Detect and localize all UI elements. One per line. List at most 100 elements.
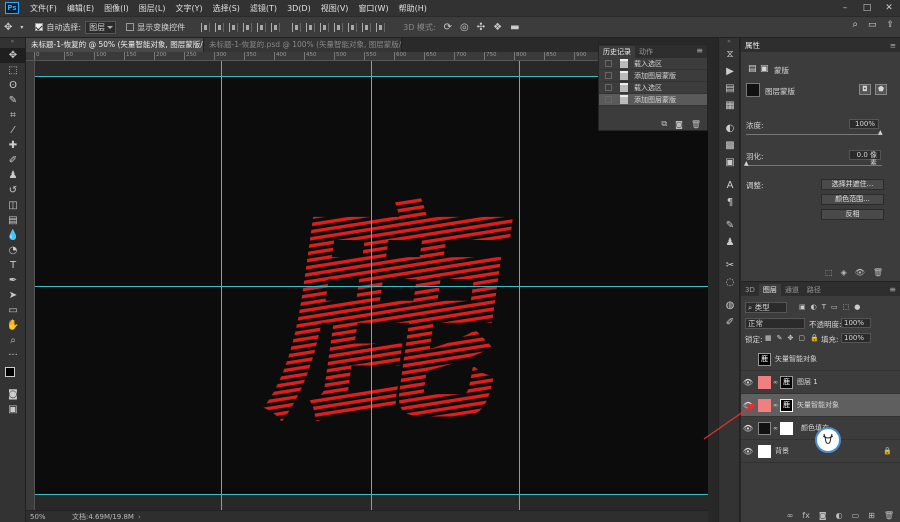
- move-tool-icon[interactable]: ✥: [4, 22, 12, 33]
- layer-filter-dropdown[interactable]: ⌕ 类型: [745, 302, 787, 313]
- workspace-icon[interactable]: ▭: [868, 20, 877, 30]
- mask-thumbnail[interactable]: 鹿: [780, 375, 793, 389]
- color-range-button[interactable]: 颜色范围...: [821, 194, 884, 205]
- select-pixel-mask-button[interactable]: ◘: [859, 84, 871, 95]
- brush-tool[interactable]: ✐: [0, 153, 26, 168]
- quick-select-tool[interactable]: ✎: [0, 93, 26, 108]
- add-vector-mask-button[interactable]: ⬟: [875, 84, 887, 95]
- clone-source-icon[interactable]: ♟: [719, 234, 741, 251]
- align-vcenter-icon[interactable]: [215, 22, 225, 32]
- filter-smart-object-icon[interactable]: ⬚: [843, 303, 850, 311]
- menu-3d[interactable]: 3D(D): [282, 4, 316, 13]
- menu-file[interactable]: 文件(F): [25, 3, 62, 14]
- tab-channels[interactable]: 通道: [781, 284, 803, 296]
- dodge-tool[interactable]: ◔: [0, 243, 26, 258]
- feather-field[interactable]: 0.0 像素: [849, 150, 881, 167]
- filter-toggle-icon[interactable]: ●: [854, 303, 860, 311]
- document-size[interactable]: 文档:4.69M/19.8M: [72, 512, 134, 522]
- hand-tool[interactable]: ✋: [0, 318, 26, 333]
- distribute-right-icon[interactable]: [362, 22, 372, 32]
- pen-tool[interactable]: ✒: [0, 273, 26, 288]
- visibility-icon[interactable]: 👁: [855, 268, 865, 277]
- blur-tool[interactable]: 💧: [0, 228, 26, 243]
- feather-slider[interactable]: [746, 165, 882, 166]
- show-transform-checkbox[interactable]: [126, 23, 135, 31]
- history-brush-tool[interactable]: ↺: [0, 183, 26, 198]
- distribute-hcenter-icon[interactable]: [348, 22, 358, 32]
- tab-3d[interactable]: 3D: [741, 284, 759, 296]
- menu-view[interactable]: 视图(V): [316, 3, 354, 14]
- link-layers-icon[interactable]: ∞: [787, 511, 794, 520]
- density-slider-handle[interactable]: ▲: [878, 129, 883, 136]
- distribute-bottom-icon[interactable]: [320, 22, 330, 32]
- move-tool[interactable]: ✥: [0, 48, 26, 63]
- paragraph-panel-icon[interactable]: ¶: [719, 194, 741, 211]
- lasso-tool[interactable]: ʘ: [0, 78, 26, 93]
- collapse-arrows-icon[interactable]: »: [0, 38, 25, 48]
- more-tools-icon[interactable]: ···: [0, 348, 26, 363]
- 3d-scale-icon[interactable]: ▬: [510, 22, 519, 33]
- align-hcenter-icon[interactable]: [257, 22, 267, 32]
- menu-help[interactable]: 帮助(H): [394, 3, 432, 14]
- menu-window[interactable]: 窗口(W): [353, 3, 393, 14]
- trash-icon[interactable]: 🗑: [691, 120, 701, 129]
- mask-thumbnail[interactable]: 鹿: [780, 398, 793, 412]
- trash-icon[interactable]: 🗑: [884, 511, 894, 520]
- auto-align-icon[interactable]: [376, 22, 386, 32]
- lock-position-icon[interactable]: ✥: [788, 334, 794, 342]
- layer-style-icon[interactable]: fx: [802, 511, 810, 520]
- close-button[interactable]: ✕: [878, 0, 900, 16]
- align-top-icon[interactable]: [201, 22, 211, 32]
- auto-select-dropdown[interactable]: 图层: [85, 20, 117, 34]
- fill-field[interactable]: 100%: [841, 333, 871, 343]
- lock-transparent-icon[interactable]: ▦: [765, 334, 772, 342]
- history-item[interactable]: 添加图层蒙版: [599, 70, 707, 82]
- density-field[interactable]: 100%: [849, 119, 879, 129]
- link-icon[interactable]: ∞: [773, 379, 778, 386]
- link-icon[interactable]: ∞: [773, 402, 778, 409]
- align-right-icon[interactable]: [271, 22, 281, 32]
- lock-image-icon[interactable]: ✎: [777, 334, 783, 342]
- glyphs-icon[interactable]: ◌: [719, 274, 741, 291]
- align-bottom-icon[interactable]: [229, 22, 239, 32]
- gradient-tool[interactable]: ▤: [0, 213, 26, 228]
- zoom-level[interactable]: 50%: [26, 513, 72, 521]
- clone-stamp-tool[interactable]: ♟: [0, 168, 26, 183]
- tab-layers[interactable]: 图层: [758, 284, 781, 296]
- lock-all-icon[interactable]: 🔒: [810, 334, 819, 342]
- menu-select[interactable]: 选择(S): [208, 3, 245, 14]
- tab-paths[interactable]: 路径: [803, 284, 825, 296]
- history-item-current[interactable]: 添加图层蒙版: [599, 94, 707, 106]
- history-snapshot-checkbox[interactable]: [605, 96, 612, 103]
- chevron-right-icon[interactable]: ›: [138, 513, 141, 521]
- zoom-tool[interactable]: ⌕: [0, 333, 26, 348]
- gradient-panel-icon[interactable]: ▣: [719, 154, 741, 171]
- tools-preset-icon[interactable]: ✂: [719, 257, 741, 274]
- history-snapshot-checkbox[interactable]: [605, 72, 612, 79]
- auto-select-checkbox[interactable]: [35, 23, 44, 31]
- history-snapshot-checkbox[interactable]: [605, 60, 612, 67]
- apply-mask-icon[interactable]: ◈: [841, 268, 847, 277]
- adjustments-icon[interactable]: ✐: [719, 314, 741, 331]
- menu-filter[interactable]: 滤镜(T): [245, 3, 282, 14]
- menu-type[interactable]: 文字(Y): [170, 3, 207, 14]
- color-panel-icon[interactable]: ◐: [719, 120, 741, 137]
- link-icon[interactable]: ∞: [773, 425, 778, 432]
- camera-icon[interactable]: ◙: [675, 120, 683, 129]
- rectangle-tool[interactable]: ▭: [0, 303, 26, 318]
- 3d-orbit-icon[interactable]: ⟳: [444, 22, 452, 33]
- path-select-tool[interactable]: ➤: [0, 288, 26, 303]
- character-panel-icon[interactable]: A: [719, 177, 741, 194]
- menu-image[interactable]: 图像(I): [99, 3, 134, 14]
- crop-tool[interactable]: ⌗: [0, 108, 26, 123]
- adjustment-layer-icon[interactable]: ◐: [836, 511, 843, 520]
- menu-layer[interactable]: 图层(L): [134, 3, 171, 14]
- quick-mask-icon[interactable]: ◙: [0, 387, 26, 402]
- collapse-arrows-icon[interactable]: «: [719, 38, 739, 46]
- panel-menu-icon[interactable]: ≡: [890, 41, 896, 50]
- history-snapshot-checkbox[interactable]: [605, 84, 612, 91]
- actions-panel-icon[interactable]: ▶: [719, 63, 741, 80]
- tab-actions[interactable]: 动作: [635, 46, 657, 58]
- filter-pixel-icon[interactable]: ▣: [799, 303, 806, 311]
- screen-mode-icon[interactable]: ▣: [0, 402, 26, 417]
